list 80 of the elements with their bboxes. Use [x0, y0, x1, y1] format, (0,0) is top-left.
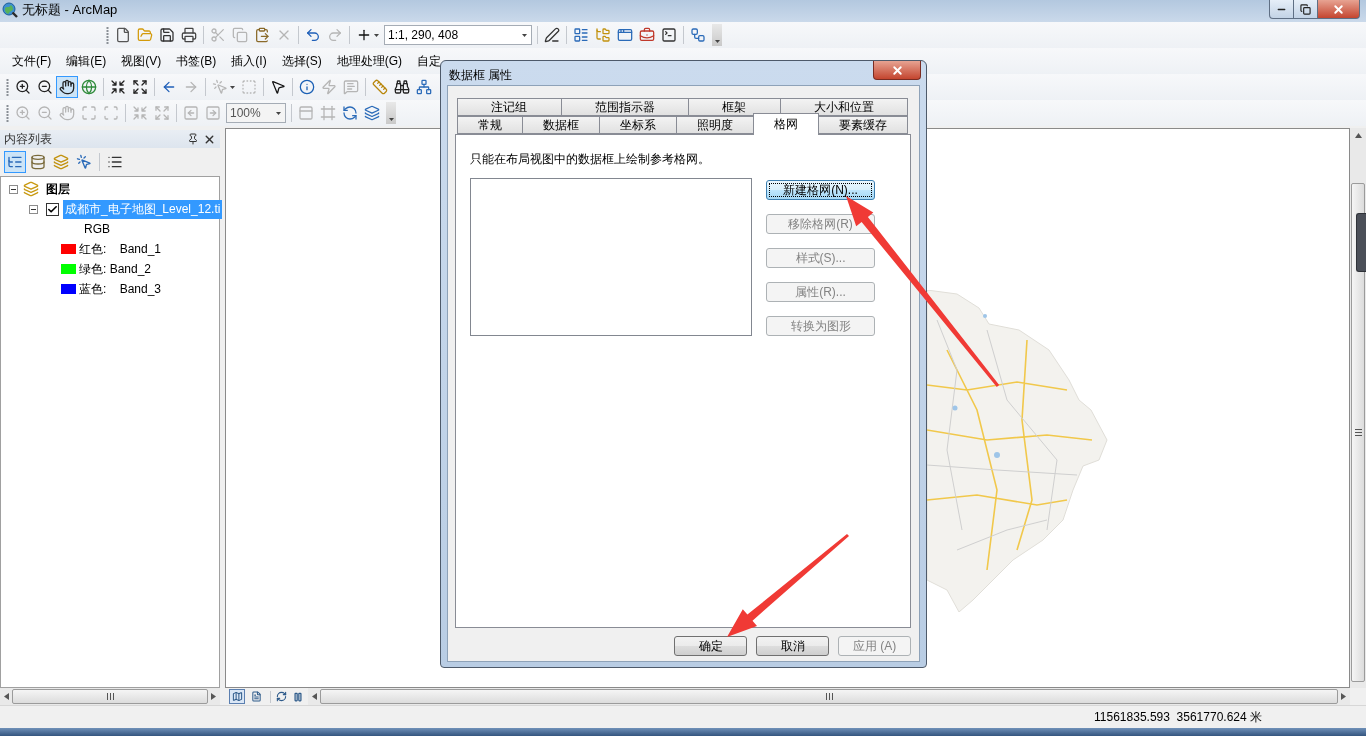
tab[interactable]: 框架 — [688, 98, 781, 116]
tab[interactable]: 要素缓存 — [818, 116, 908, 134]
dialog-button[interactable]: 取消 — [756, 636, 829, 656]
map-icon — [231, 691, 243, 702]
toolbar-options-button[interactable] — [386, 102, 396, 124]
collapse-icon[interactable] — [29, 204, 38, 214]
toolbar-options-button[interactable] — [712, 24, 722, 46]
globe-magnifier-icon — [2, 2, 18, 18]
dialog-title: 数据框 属性 — [449, 67, 513, 84]
grip-icon — [106, 693, 114, 700]
minimize-button[interactable] — [1269, 0, 1294, 19]
close-icon — [1332, 2, 1345, 16]
grip-icon — [825, 693, 833, 700]
data-view-button[interactable] — [229, 689, 245, 704]
menu-item[interactable]: 选择(S) — [274, 49, 329, 73]
layers-icon — [53, 154, 69, 170]
up-triangle-icon[interactable] — [1354, 133, 1362, 138]
page-icon — [250, 691, 262, 702]
close-button[interactable] — [1317, 0, 1360, 19]
caret-icon — [374, 33, 379, 37]
menu-item[interactable]: 文件(F) — [5, 49, 59, 73]
tab[interactable]: 大小和位置 — [779, 98, 908, 116]
layer-checkbox[interactable] — [46, 202, 59, 216]
tab[interactable]: 格网 — [753, 113, 819, 135]
grip-icon[interactable] — [6, 78, 9, 96]
caret-icon — [522, 33, 527, 37]
grip-icon — [1354, 429, 1362, 436]
band-label: 绿色: Band_2 — [79, 260, 152, 278]
list-tree-icon — [7, 154, 23, 170]
drawing-order-view-button[interactable] — [4, 151, 26, 173]
caret-icon — [388, 118, 394, 121]
window-title: 无标题 - ArcMap — [22, 1, 118, 19]
coordinates-text: 11561835.593 3561770.624 米 — [1094, 708, 1262, 726]
tab[interactable]: 范围指示器 — [560, 98, 689, 116]
refresh-icon — [275, 691, 287, 702]
tab[interactable]: 坐标系 — [599, 116, 677, 134]
menu-item[interactable]: 编辑(E) — [59, 49, 114, 73]
grid-list-field[interactable] — [470, 178, 752, 336]
dialog-button[interactable]: 确定 — [674, 636, 747, 656]
data-frame-label[interactable]: 图层 — [44, 179, 72, 199]
renderer-label: RGB — [84, 222, 110, 236]
band-label: 红色: Band_1 — [79, 240, 162, 258]
close-button[interactable] — [873, 61, 921, 80]
tab[interactable]: 数据框 — [522, 116, 600, 134]
pointer-click-icon — [76, 154, 92, 170]
band-label: 蓝色: Band_3 — [79, 280, 162, 298]
tab[interactable]: 照明度 — [676, 116, 754, 134]
scrollbar-thumb[interactable] — [1351, 183, 1365, 682]
restore-icon — [1300, 3, 1311, 15]
tab[interactable]: 常规 — [457, 116, 523, 134]
right-triangle-icon[interactable] — [1341, 693, 1346, 700]
grip-icon[interactable] — [6, 104, 9, 122]
collapse-icon[interactable] — [9, 184, 18, 194]
left-triangle-icon[interactable] — [4, 693, 9, 700]
list-icon — [107, 154, 123, 170]
scrollbar-thumb[interactable] — [12, 689, 208, 704]
pause-icon — [293, 691, 303, 702]
caret-icon — [714, 40, 720, 43]
menu-item[interactable]: 地理处理(G) — [329, 49, 409, 73]
refresh-button[interactable] — [274, 689, 288, 704]
menu-item[interactable]: 插入(I) — [224, 49, 274, 73]
pin-icon[interactable] — [187, 133, 199, 145]
tab[interactable]: 注记组 — [457, 98, 562, 116]
left-triangle-icon[interactable] — [312, 693, 317, 700]
scale-dropdown[interactable]: 1:1, 290, 408 — [384, 25, 532, 45]
menu-item[interactable]: 自定 — [410, 49, 448, 73]
caret-icon — [276, 111, 281, 115]
menu-item[interactable]: 书签(B) — [169, 49, 224, 73]
grip-icon[interactable] — [106, 26, 109, 44]
database-icon — [30, 154, 46, 170]
grid-note-text: 只能在布局视图中的数据框上绘制参考格网。 — [470, 152, 710, 166]
check-icon — [47, 203, 58, 215]
grid-action-button[interactable]: 新建格网(N)... — [766, 180, 875, 200]
panel-title: 内容列表 — [4, 130, 52, 148]
right-triangle-icon[interactable] — [211, 693, 216, 700]
close-icon — [890, 63, 904, 77]
layers-icon — [23, 181, 39, 197]
caret-icon — [230, 85, 235, 89]
menu-item[interactable]: 视图(V) — [114, 49, 169, 73]
restore-button[interactable] — [1293, 0, 1318, 19]
